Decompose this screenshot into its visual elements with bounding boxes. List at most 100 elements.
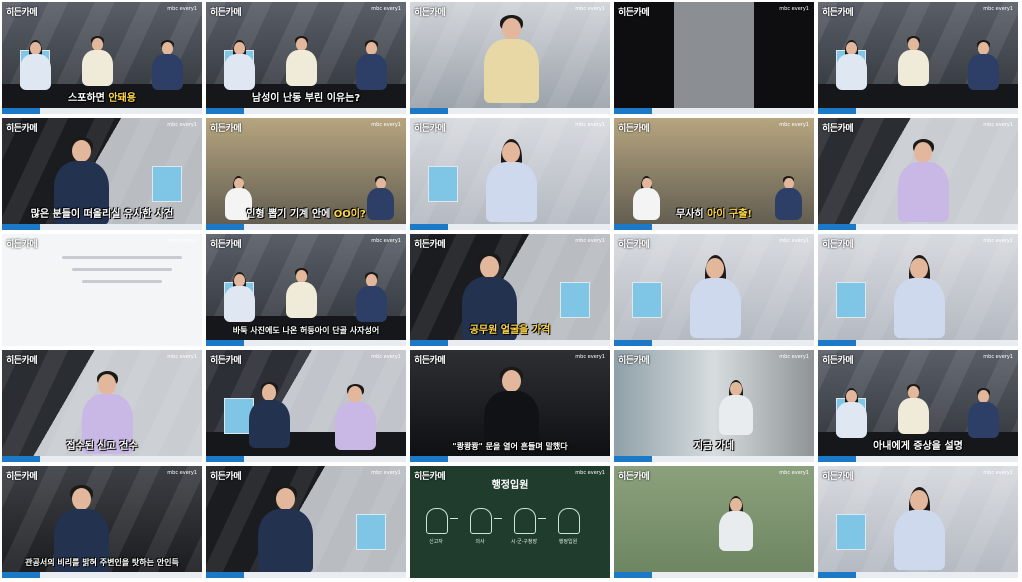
video-thumbnail[interactable]: 히든카메 mbc every1 관공서의 비리를 밝혀 주변인을 탓하는 안인득 bbox=[2, 466, 202, 578]
program-logo: 히든카메 bbox=[822, 124, 854, 134]
subtitle-highlight: 공무원 얼굴을 가격 bbox=[469, 325, 551, 336]
subtitle-text: 관공서의 비리를 밝혀 주변인을 탓하는 안인득 bbox=[25, 558, 179, 567]
subtitle: 많은 분들이 떠올리실 유사한 사건 bbox=[2, 205, 202, 220]
torso bbox=[719, 511, 753, 551]
torso bbox=[334, 401, 376, 450]
program-logo: 히든카메 bbox=[822, 240, 854, 250]
head bbox=[908, 38, 919, 51]
video-thumbnail[interactable]: 히든카메 mbc every1 bbox=[818, 466, 1018, 578]
program-logo: 히든카메 bbox=[822, 472, 854, 482]
program-logo: 히든카메 bbox=[414, 356, 446, 366]
news-ticker bbox=[2, 108, 202, 114]
video-thumbnail[interactable]: 히든카메 mbc every1 바둑 사진에도 나온 허둥아이 단골 사자성어 bbox=[206, 234, 406, 346]
channel-logo: mbc every1 bbox=[371, 238, 401, 244]
video-thumbnail[interactable]: 히든카메 mbc every1 무사히 아이 구출! bbox=[614, 118, 814, 230]
news-ticker bbox=[614, 340, 814, 346]
video-thumbnail[interactable]: 히든카메 mbc every1 bbox=[818, 234, 1018, 346]
news-ticker bbox=[206, 108, 406, 114]
news-ticker bbox=[614, 224, 814, 230]
news-ticker bbox=[206, 456, 406, 462]
torso bbox=[897, 161, 949, 222]
news-ticker bbox=[614, 572, 814, 578]
video-thumbnail[interactable]: 히든카메 mbc every1 bbox=[818, 118, 1018, 230]
news-ticker bbox=[206, 572, 406, 578]
news-ticker bbox=[410, 224, 610, 230]
news-ticker bbox=[614, 108, 814, 114]
program-logo: 히든카메 bbox=[414, 124, 446, 134]
program-logo: 히든카메 bbox=[618, 356, 650, 366]
monitor-screen bbox=[836, 514, 866, 550]
subtitle: "쾅쾅쾅" 문을 열어 흔들며 말했다 bbox=[410, 441, 610, 452]
arrow-icon bbox=[538, 518, 546, 519]
channel-logo: mbc every1 bbox=[779, 354, 809, 360]
monitor-screen bbox=[560, 282, 590, 318]
head bbox=[348, 386, 363, 403]
head bbox=[162, 42, 173, 55]
channel-logo: mbc every1 bbox=[167, 122, 197, 128]
torso bbox=[258, 508, 313, 573]
channel-logo: mbc every1 bbox=[983, 238, 1013, 244]
head bbox=[978, 390, 989, 403]
head bbox=[914, 142, 932, 163]
video-thumbnail[interactable]: 히든카메 mbc every1 bbox=[410, 118, 610, 230]
video-thumbnail[interactable]: 히든카메 mbc every1 지금 가네 bbox=[614, 350, 814, 462]
torso bbox=[898, 49, 929, 86]
channel-logo: mbc every1 bbox=[575, 238, 605, 244]
video-thumbnail[interactable]: 행정입원 신고자 의사 시·군·구청장 행정입원 히든카메 mbc every1 bbox=[410, 466, 610, 578]
video-thumbnail[interactable]: 히든카메 mbc every1 bbox=[818, 2, 1018, 114]
channel-logo: mbc every1 bbox=[167, 6, 197, 12]
program-logo: 히든카메 bbox=[618, 472, 650, 482]
video-thumbnail[interactable]: 히든카메 mbc every1 남성이 난동 부린 이유는? bbox=[206, 2, 406, 114]
head bbox=[846, 42, 857, 55]
channel-logo: mbc every1 bbox=[983, 470, 1013, 476]
video-thumbnail[interactable]: 히든카메 mbc every1 "쾅쾅쾅" 문을 열어 흔들며 말했다 bbox=[410, 350, 610, 462]
torso bbox=[152, 53, 183, 90]
program-logo: 히든카메 bbox=[210, 472, 242, 482]
text-line bbox=[62, 256, 182, 259]
message-screen bbox=[2, 234, 202, 346]
monitor-screen bbox=[428, 166, 458, 202]
chalkboard: 행정입원 신고자 의사 시·군·구청장 행정입원 bbox=[410, 466, 610, 578]
program-logo: 히든카메 bbox=[210, 356, 242, 366]
video-thumbnail[interactable]: 히든카메 mbc every1 bbox=[206, 466, 406, 578]
program-logo: 히든카메 bbox=[414, 8, 446, 18]
subtitle-text: "쾅쾅쾅" 문을 열어 흔들며 말했다 bbox=[452, 442, 568, 451]
program-logo: 히든카메 bbox=[210, 240, 242, 250]
torso bbox=[484, 38, 539, 103]
step-figure bbox=[426, 508, 448, 534]
head bbox=[706, 258, 724, 279]
video-thumbnail[interactable]: 히든카메 mbc every1 접수된 신고 건수 bbox=[2, 350, 202, 462]
video-thumbnail[interactable]: 히든카메 mbc every1 bbox=[2, 234, 202, 346]
video-thumbnail[interactable]: 히든카메 mbc every1 많은 분들이 떠올리실 유사한 사건 bbox=[2, 118, 202, 230]
torso bbox=[356, 285, 387, 322]
head bbox=[30, 42, 41, 55]
torso bbox=[968, 401, 999, 438]
text-line bbox=[82, 280, 162, 283]
subtitle-text: 바둑 사진에도 나온 허둥아이 단골 사자성어 bbox=[232, 326, 380, 335]
video-thumbnail[interactable]: 히든카메 mbc every1 아내에게 증상을 설명 bbox=[818, 350, 1018, 462]
video-thumbnail[interactable]: 히든카메 mbc every1 bbox=[614, 234, 814, 346]
head bbox=[502, 142, 520, 163]
news-ticker bbox=[410, 456, 610, 462]
program-logo: 히든카메 bbox=[6, 472, 38, 482]
video-thumbnail[interactable]: 히든카메 mbc every1 bbox=[410, 2, 610, 114]
head bbox=[846, 390, 857, 403]
channel-logo: mbc every1 bbox=[371, 470, 401, 476]
video-thumbnail[interactable]: 히든카메 mbc every1 bbox=[614, 466, 814, 578]
video-thumbnail[interactable]: 히든카메 mbc every1 인형 뽑기 기계 안에 OO이? bbox=[206, 118, 406, 230]
thumbnail-grid: 히든카메 mbc every1 스포하면 안돼용 히든카메 mbc every1 남성이 … bbox=[0, 0, 1022, 582]
video-thumbnail[interactable]: 히든카메 mbc every1 스포하면 안돼용 bbox=[2, 2, 202, 114]
head bbox=[730, 382, 742, 396]
news-ticker bbox=[818, 224, 1018, 230]
video-thumbnail[interactable]: 히든카메 mbc every1 bbox=[206, 350, 406, 462]
torso bbox=[893, 277, 945, 338]
video-thumbnail[interactable]: 히든카메 mbc every1 bbox=[614, 2, 814, 114]
torso bbox=[20, 53, 51, 90]
head bbox=[366, 274, 377, 287]
program-logo: 히든카메 bbox=[822, 356, 854, 366]
head bbox=[910, 258, 928, 279]
news-ticker bbox=[818, 572, 1018, 578]
subtitle-text: 무사히 bbox=[676, 209, 708, 220]
head bbox=[908, 386, 919, 399]
video-thumbnail[interactable]: 히든카메 mbc every1 공무원 얼굴을 가격 bbox=[410, 234, 610, 346]
